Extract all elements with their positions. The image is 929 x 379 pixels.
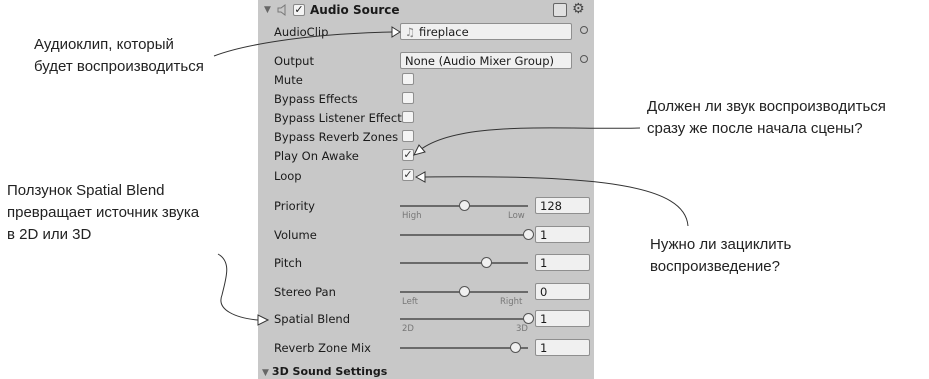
arrowhead-audioclip [391,26,401,38]
arrow-play-on-awake [419,127,641,151]
annotation-arrows [213,26,689,326]
arrowhead-play-on-awake [413,144,426,156]
arrowhead-loop [414,171,426,183]
arrow-loop [424,176,689,227]
arrow-audioclip [213,31,393,57]
arrow-spatial-blend [217,253,259,321]
arrowhead-spatial-blend [257,314,270,326]
